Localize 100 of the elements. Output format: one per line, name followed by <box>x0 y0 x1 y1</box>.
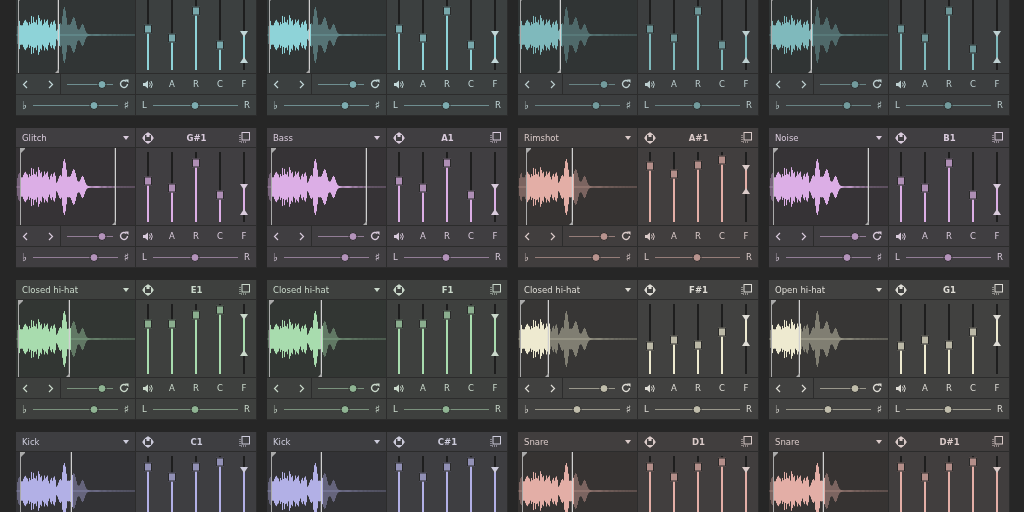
copy-icon[interactable] <box>490 284 501 295</box>
refresh-icon[interactable] <box>119 231 129 241</box>
slider-thumb[interactable] <box>599 231 608 241</box>
slider-thumb[interactable] <box>190 404 200 414</box>
up-triangle-icon[interactable] <box>240 349 248 356</box>
chevron-right-icon[interactable] <box>48 383 54 393</box>
slider-thumb[interactable] <box>441 404 451 414</box>
slider-thumb[interactable] <box>89 100 99 110</box>
fader-handle[interactable] <box>467 40 475 50</box>
speaker-icon[interactable] <box>645 231 655 241</box>
fader-handle[interactable] <box>467 190 475 200</box>
slider-thumb[interactable] <box>692 252 702 262</box>
end-marker[interactable] <box>54 0 60 73</box>
fader-handle[interactable] <box>144 176 152 186</box>
up-triangle-icon[interactable] <box>491 209 499 215</box>
fader-handle[interactable] <box>969 327 977 337</box>
sample-name[interactable]: Open hi-hat <box>775 284 826 295</box>
caret-icon[interactable] <box>625 287 631 292</box>
caret-icon[interactable] <box>876 135 882 140</box>
refresh-icon[interactable] <box>872 383 882 393</box>
fader-handle[interactable] <box>945 462 953 471</box>
down-triangle-icon[interactable] <box>491 184 499 191</box>
start-marker[interactable] <box>269 300 275 377</box>
end-marker[interactable] <box>568 148 574 225</box>
chevron-left-icon[interactable] <box>775 231 781 241</box>
slider-thumb[interactable] <box>97 383 106 393</box>
fader-handle[interactable] <box>945 6 953 16</box>
chevron-right-icon[interactable] <box>550 231 556 241</box>
chevron-left-icon[interactable] <box>273 383 279 393</box>
up-triangle-icon[interactable] <box>993 57 1001 63</box>
slider-thumb[interactable] <box>89 252 99 262</box>
fader-handle[interactable] <box>921 183 929 193</box>
slider-thumb[interactable] <box>340 404 350 414</box>
fader-handle[interactable] <box>443 462 451 471</box>
chevron-right-icon[interactable] <box>299 231 305 241</box>
fader-handle[interactable] <box>646 462 654 471</box>
chevron-left-icon[interactable] <box>22 79 28 89</box>
sample-name[interactable]: Noise <box>775 132 799 143</box>
copy-icon[interactable] <box>239 284 250 295</box>
speaker-icon[interactable] <box>896 383 906 393</box>
fader-handle[interactable] <box>395 176 403 186</box>
fader-handle[interactable] <box>670 335 678 345</box>
slider-thumb[interactable] <box>348 383 357 393</box>
fader-handle[interactable] <box>897 462 905 471</box>
down-triangle-icon[interactable] <box>491 30 499 37</box>
slider-thumb[interactable] <box>842 252 852 262</box>
speaker-icon[interactable] <box>143 79 153 89</box>
caret-icon[interactable] <box>876 439 882 444</box>
chevron-left-icon[interactable] <box>524 231 530 241</box>
fader-handle[interactable] <box>443 310 451 320</box>
fader-handle[interactable] <box>144 319 152 329</box>
start-marker[interactable] <box>18 300 24 377</box>
sample-name[interactable]: Closed hi-hat <box>273 284 329 295</box>
chevron-right-icon[interactable] <box>801 383 807 393</box>
fader-handle[interactable] <box>897 24 905 34</box>
slider-thumb[interactable] <box>97 79 106 89</box>
fader-handle[interactable] <box>945 158 953 168</box>
fader-handle[interactable] <box>216 457 224 467</box>
sample-name[interactable]: Kick <box>22 436 40 447</box>
start-marker[interactable] <box>520 300 526 377</box>
fader-handle[interactable] <box>144 24 152 34</box>
slider-thumb[interactable] <box>348 79 357 89</box>
fader-handle[interactable] <box>694 340 702 350</box>
slider-thumb[interactable] <box>340 100 350 110</box>
refresh-icon[interactable] <box>621 231 631 241</box>
chevron-right-icon[interactable] <box>299 79 305 89</box>
speaker-icon[interactable] <box>394 79 404 89</box>
down-triangle-icon[interactable] <box>993 314 1001 321</box>
slider-thumb[interactable] <box>599 79 608 89</box>
copy-icon[interactable] <box>741 284 752 295</box>
sample-name[interactable]: Glitch <box>22 132 47 143</box>
down-triangle-icon[interactable] <box>240 313 248 320</box>
copy-icon[interactable] <box>239 436 250 447</box>
slider-thumb[interactable] <box>850 79 859 89</box>
up-triangle-icon[interactable] <box>993 209 1001 215</box>
fader-handle[interactable] <box>694 462 702 471</box>
move-icon[interactable] <box>644 435 656 448</box>
slider-thumb[interactable] <box>823 404 833 414</box>
start-marker[interactable] <box>270 148 276 225</box>
caret-icon[interactable] <box>625 439 631 444</box>
fader-handle[interactable] <box>718 155 726 165</box>
fader-handle[interactable] <box>694 160 702 170</box>
speaker-icon[interactable] <box>896 79 906 89</box>
chevron-right-icon[interactable] <box>801 231 807 241</box>
end-marker[interactable] <box>795 300 801 377</box>
fader-handle[interactable] <box>718 40 726 50</box>
up-triangle-icon[interactable] <box>491 349 499 356</box>
chevron-left-icon[interactable] <box>22 231 28 241</box>
chevron-left-icon[interactable] <box>775 79 781 89</box>
up-triangle-icon[interactable] <box>993 340 1001 346</box>
slider-thumb[interactable] <box>943 252 953 262</box>
fader-handle[interactable] <box>443 158 451 168</box>
end-marker[interactable] <box>305 0 311 73</box>
chevron-right-icon[interactable] <box>48 79 54 89</box>
fader-handle[interactable] <box>921 335 929 345</box>
sample-name[interactable]: Snare <box>775 436 800 447</box>
fader-handle[interactable] <box>192 158 200 168</box>
copy-icon[interactable] <box>992 132 1003 143</box>
fader-handle[interactable] <box>969 190 977 200</box>
fader-handle[interactable] <box>670 169 678 179</box>
